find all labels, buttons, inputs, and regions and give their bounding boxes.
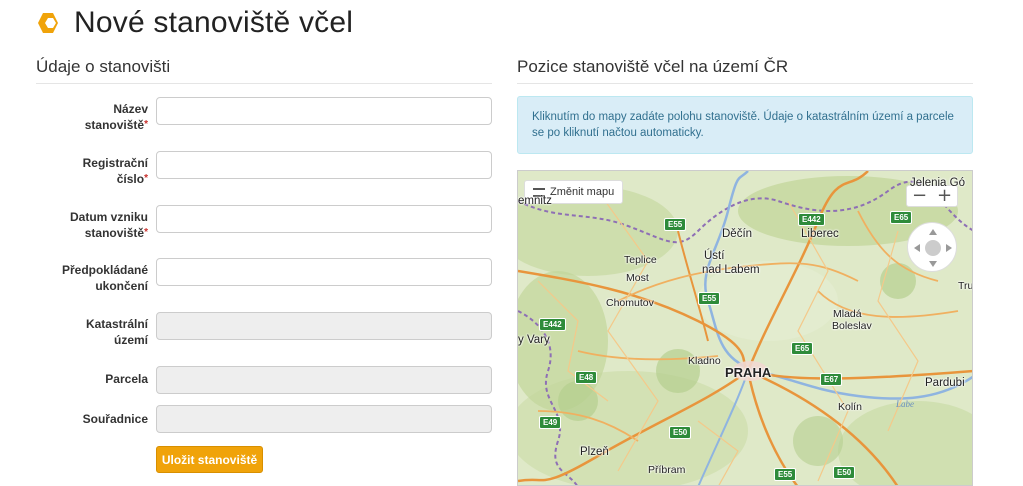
date-end-label: Předpokládané ukončení bbox=[61, 263, 148, 293]
city-pardubice: Pardubi bbox=[925, 377, 965, 389]
info-alert: Kliknutím do mapy zadáte polohu stanoviš… bbox=[517, 96, 973, 154]
road-badge: E442 bbox=[798, 213, 825, 226]
map[interactable]: Změnit mapu − + Jelenia Gó emnitz Děčín … bbox=[517, 170, 973, 486]
parcel-label: Parcela bbox=[105, 372, 148, 386]
save-button[interactable]: Uložit stanoviště bbox=[156, 446, 263, 473]
road-badge: E55 bbox=[698, 292, 721, 305]
city-jelenia-gora: Jelenia Gó bbox=[910, 177, 965, 189]
registration-number-input[interactable] bbox=[156, 151, 492, 179]
date-end-input[interactable] bbox=[156, 258, 492, 286]
road-badge: E67 bbox=[820, 373, 843, 386]
city-praha: PRAHA bbox=[725, 365, 772, 380]
city-pribram: Příbram bbox=[648, 464, 686, 476]
city-kolin: Kolín bbox=[838, 401, 862, 413]
road-badge: E55 bbox=[774, 468, 797, 481]
map-section-heading: Pozice stanoviště včel na území ČR bbox=[517, 57, 973, 84]
road-badge: E50 bbox=[833, 466, 856, 479]
road-badge: E65 bbox=[890, 211, 913, 224]
city-chemnitz: emnitz bbox=[518, 195, 552, 207]
city-chomutov: Chomutov bbox=[606, 297, 654, 309]
city-teplice: Teplice bbox=[624, 254, 657, 266]
zoom-in-button[interactable]: + bbox=[932, 186, 957, 206]
city-liberec: Liberec bbox=[801, 228, 839, 240]
page-header: Nové stanoviště včel bbox=[36, 6, 353, 40]
change-map-label: Změnit mapu bbox=[550, 186, 615, 198]
hexagon-logo-icon bbox=[38, 13, 58, 33]
zoom-out-button[interactable]: − bbox=[907, 186, 932, 206]
road-badge: E442 bbox=[539, 318, 566, 331]
city-karlovy-vary: y Vary bbox=[518, 334, 550, 346]
coordinates-input bbox=[156, 405, 492, 433]
page-title: Nové stanoviště včel bbox=[74, 6, 354, 39]
city-trutnov: Tru bbox=[958, 280, 973, 292]
city-usti: Ústí bbox=[704, 250, 725, 262]
name-label: Název stanoviště* bbox=[84, 102, 148, 132]
date-start-label: Datum vzniku stanoviště* bbox=[69, 210, 148, 240]
city-plzen: Plzeň bbox=[580, 446, 609, 458]
registration-label: Registrační číslo* bbox=[82, 156, 148, 186]
cadastral-area-input bbox=[156, 312, 492, 340]
name-input[interactable] bbox=[156, 97, 492, 125]
road-badge: E55 bbox=[664, 218, 687, 231]
city-most: Most bbox=[626, 272, 649, 284]
road-badge: E65 bbox=[791, 342, 814, 355]
city-boleslav: Boleslav bbox=[832, 320, 872, 332]
city-decin: Děčín bbox=[722, 228, 753, 240]
city-kladno: Kladno bbox=[688, 355, 721, 367]
date-start-input[interactable] bbox=[156, 205, 492, 233]
city-mlada: Mladá bbox=[833, 308, 862, 320]
form-section-heading: Údaje o stanovišti bbox=[36, 57, 492, 84]
cadastral-label: Katastrální území bbox=[85, 317, 148, 347]
pan-control[interactable] bbox=[907, 222, 957, 272]
river-label: Labe bbox=[896, 399, 914, 409]
parcel-input bbox=[156, 366, 492, 394]
coordinates-label: Souřadnice bbox=[82, 412, 148, 426]
road-badge: E48 bbox=[575, 371, 598, 384]
pan-arrows-icon bbox=[914, 229, 952, 267]
road-badge: E50 bbox=[669, 426, 692, 439]
road-badge: E49 bbox=[539, 416, 562, 429]
city-usti-nad-labem: nad Labem bbox=[702, 264, 760, 276]
